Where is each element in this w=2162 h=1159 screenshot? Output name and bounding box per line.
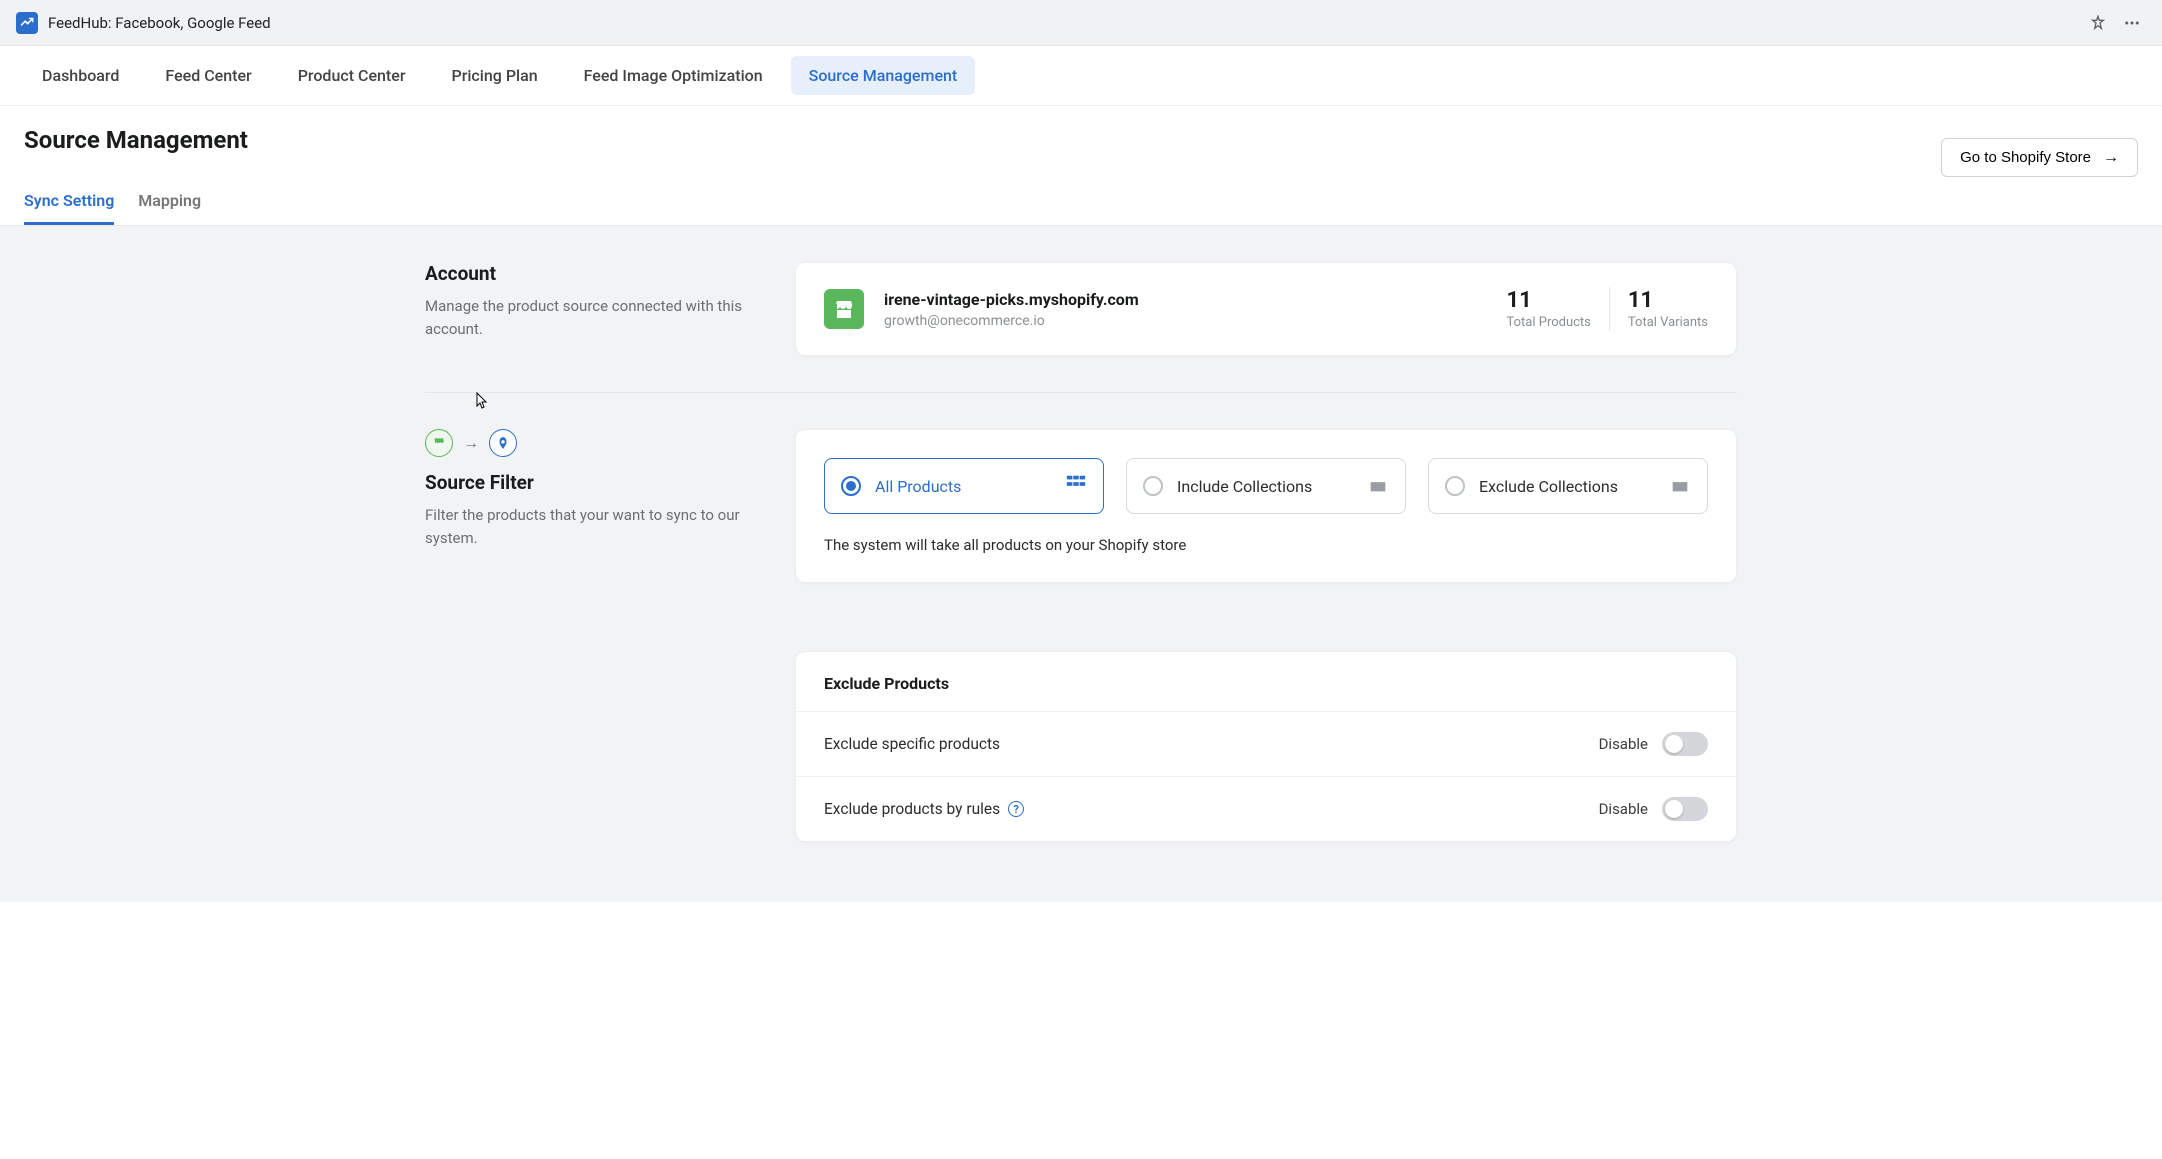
filter-card: All Products Include Collections xyxy=(795,429,1737,583)
nav-item-product-center[interactable]: Product Center xyxy=(280,56,424,95)
nav-item-feed-image-optimization[interactable]: Feed Image Optimization xyxy=(566,56,781,95)
box-out-icon xyxy=(1669,473,1691,499)
app-logo-icon xyxy=(16,12,38,34)
exclude-specific-products-row: Exclude specific products Disable xyxy=(796,711,1736,776)
sync-arrow-icon: → xyxy=(463,433,479,453)
exclude-products-heading: Exclude Products xyxy=(796,652,1736,711)
radio-icon xyxy=(1445,476,1465,496)
account-heading: Account xyxy=(425,262,765,285)
main-nav: Dashboard Feed Center Product Center Pri… xyxy=(0,46,2162,106)
help-icon[interactable]: ? xyxy=(1008,801,1024,817)
nav-item-pricing-plan[interactable]: Pricing Plan xyxy=(433,56,555,95)
shopify-icon xyxy=(824,289,864,329)
filter-option-label: Include Collections xyxy=(1177,477,1367,496)
filter-selected-description: The system will take all products on you… xyxy=(824,536,1708,554)
total-products-label: Total Products xyxy=(1506,315,1590,330)
account-section-intro: Account Manage the product source connec… xyxy=(425,262,795,356)
total-products-value: 11 xyxy=(1506,288,1590,313)
exclude-row-state: Disable xyxy=(1599,800,1648,818)
exclude-row-label: Exclude products by rules ? xyxy=(824,800,1599,818)
source-filter-description: Filter the products that your want to sy… xyxy=(425,504,765,551)
subtab-mapping[interactable]: Mapping xyxy=(138,191,201,225)
exclude-row-state: Disable xyxy=(1599,735,1648,753)
exclude-products-card: Exclude Products Exclude specific produc… xyxy=(795,651,1737,842)
exclude-by-rules-row: Exclude products by rules ? Disable xyxy=(796,776,1736,841)
account-email: growth@onecommerce.io xyxy=(884,313,1506,329)
total-products-stat: 11 Total Products xyxy=(1506,288,1590,330)
goto-shopify-store-button[interactable]: Go to Shopify Store → xyxy=(1941,138,2138,177)
exclude-row-label-text: Exclude specific products xyxy=(824,735,1000,753)
app-title: FeedHub: Facebook, Google Feed xyxy=(48,14,271,32)
page-header: Source Management Go to Shopify Store → xyxy=(0,106,2162,177)
more-icon[interactable] xyxy=(2118,9,2146,37)
total-variants-stat: 11 Total Variants xyxy=(1628,288,1708,330)
subtab-sync-setting[interactable]: Sync Setting xyxy=(24,191,114,225)
filter-option-label: Exclude Collections xyxy=(1479,477,1669,496)
nav-item-feed-center[interactable]: Feed Center xyxy=(147,56,269,95)
nav-item-dashboard[interactable]: Dashboard xyxy=(24,56,137,95)
filter-option-all-products[interactable]: All Products xyxy=(824,458,1104,514)
radio-icon xyxy=(841,476,861,496)
pin-icon[interactable] xyxy=(2084,9,2112,37)
grid-icon xyxy=(1065,473,1087,499)
account-description: Manage the product source connected with… xyxy=(425,295,765,342)
page-title: Source Management xyxy=(24,126,248,154)
exclude-specific-toggle[interactable] xyxy=(1662,732,1708,756)
stat-divider xyxy=(1609,287,1610,331)
goto-button-label: Go to Shopify Store xyxy=(1960,149,2091,166)
filter-option-label: All Products xyxy=(875,477,1065,496)
account-domain: irene-vintage-picks.myshopify.com xyxy=(884,290,1506,309)
feedhub-target-icon xyxy=(489,429,517,457)
total-variants-value: 11 xyxy=(1628,288,1708,313)
box-in-icon xyxy=(1367,473,1389,499)
app-bar: FeedHub: Facebook, Google Feed xyxy=(0,0,2162,46)
radio-icon xyxy=(1143,476,1163,496)
subtabs: Sync Setting Mapping xyxy=(0,177,2162,226)
nav-item-source-management[interactable]: Source Management xyxy=(791,56,976,95)
exclude-row-label-text: Exclude products by rules xyxy=(824,800,1000,818)
source-filter-heading: Source Filter xyxy=(425,471,765,494)
shopify-source-icon xyxy=(425,429,453,457)
arrow-right-icon: → xyxy=(2103,150,2119,166)
exclude-by-rules-toggle[interactable] xyxy=(1662,797,1708,821)
source-filter-intro: → Source Filter Filter the products that… xyxy=(425,429,795,842)
filter-option-exclude-collections[interactable]: Exclude Collections xyxy=(1428,458,1708,514)
exclude-row-label: Exclude specific products xyxy=(824,735,1599,753)
total-variants-label: Total Variants xyxy=(1628,315,1708,330)
account-card: irene-vintage-picks.myshopify.com growth… xyxy=(795,262,1737,356)
content-area: Account Manage the product source connec… xyxy=(0,226,2162,902)
filter-option-include-collections[interactable]: Include Collections xyxy=(1126,458,1406,514)
